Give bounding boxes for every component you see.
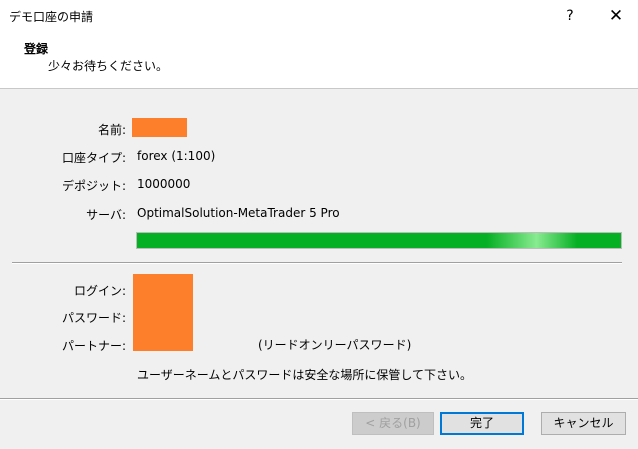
- title-bar: デモ口座の申請 ? ✕: [0, 0, 638, 31]
- password-label: パスワード:: [61, 311, 126, 325]
- deposit-label: デポジット:: [61, 179, 126, 193]
- cancel-button[interactable]: キャンセル: [541, 412, 626, 435]
- credentials-redacted: [133, 274, 193, 351]
- save-credentials-notice: ユーザーネームとパスワードは安全な場所に保管して下さい。: [137, 368, 473, 382]
- read-only-password-note: (リードオンリーパスワード): [258, 338, 412, 352]
- section-divider: [12, 262, 622, 264]
- login-label: ログイン:: [73, 284, 126, 298]
- help-button[interactable]: ?: [556, 4, 584, 28]
- deposit-value: 1000000: [137, 177, 191, 191]
- server-label: サーバ:: [86, 208, 126, 222]
- finish-button[interactable]: 完了: [440, 412, 524, 435]
- registration-progress-bar: [136, 232, 622, 249]
- footer-divider: [0, 398, 638, 400]
- account-type-value: forex (1:100): [137, 149, 216, 163]
- wizard-header: 登録 少々お待ちください。: [0, 31, 638, 89]
- progress-highlight: [487, 233, 577, 248]
- account-type-label: 口座タイプ:: [61, 151, 126, 165]
- window-title: デモ口座の申請: [9, 10, 94, 24]
- server-value: OptimalSolution-MetaTrader 5 Pro: [137, 206, 340, 220]
- name-label: 名前:: [97, 123, 126, 137]
- partner-label: パートナー:: [61, 339, 126, 353]
- back-button[interactable]: < 戻る(B): [352, 412, 434, 435]
- name-redacted: [132, 118, 187, 137]
- header-title: 登録: [24, 42, 49, 56]
- header-subtitle: 少々お待ちください。: [48, 59, 169, 73]
- close-icon[interactable]: ✕: [602, 4, 630, 28]
